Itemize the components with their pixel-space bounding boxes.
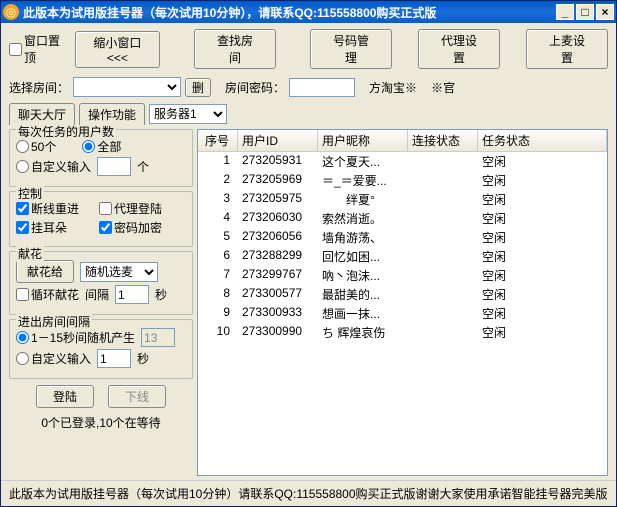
table-row[interactable]: 9273300933想画一抹...空闲	[198, 304, 607, 323]
table-row[interactable]: 10273300990ち 辉煌哀伤空闲	[198, 323, 607, 342]
flower-target-select[interactable]: 随机选麦	[80, 262, 158, 282]
table-row[interactable]: 1273205931这个夏天...空闲	[198, 152, 607, 171]
table-row[interactable]: 8273300577最甜美的...空闲	[198, 285, 607, 304]
flower-interval-input[interactable]	[115, 285, 149, 304]
minimize-button[interactable]: _	[556, 4, 574, 20]
group-flower: 献花 献花给 随机选麦 循环献花 间隔 秒	[9, 251, 193, 315]
radio-custom-users[interactable]: 自定义输入	[16, 158, 91, 175]
tab-bar: 聊天大厅 操作功能 服务器1	[1, 103, 616, 125]
col-uid[interactable]: 用户ID	[238, 130, 318, 151]
tab-operation[interactable]: 操作功能	[79, 103, 145, 125]
chk-pwd-encrypt[interactable]: 密码加密	[99, 219, 162, 236]
chk-proxy-login[interactable]: 代理登陆	[99, 200, 162, 217]
room-row: 选择房间： 删 房间密码： 方淘宝※ ※官	[1, 75, 616, 103]
titlebar: ◎ 此版本为试用版挂号器（每次试用10分钟），请联系QQ:115558800购买…	[1, 1, 616, 23]
room-select[interactable]	[73, 77, 181, 97]
main-window: ◎ 此版本为试用版挂号器（每次试用10分钟），请联系QQ:115558800购买…	[0, 0, 617, 507]
pin-checkbox[interactable]: 窗口置顶	[9, 32, 67, 66]
select-room-label: 选择房间：	[9, 79, 69, 96]
table-row[interactable]: 2273205969＝_＝爱要...空闲	[198, 171, 607, 190]
close-button[interactable]: ×	[596, 4, 614, 20]
group-room-interval: 进出房间间隔 1－15秒间随机产生 自定义输入 秒	[9, 319, 193, 379]
chk-hang-ear[interactable]: 挂耳朵	[16, 219, 67, 236]
col-task[interactable]: 任务状态	[478, 130, 607, 151]
table-row[interactable]: 3273205975 绊夏°空闲	[198, 190, 607, 209]
proxy-settings-button[interactable]: 代理设置	[418, 29, 500, 69]
rand-interval-display	[141, 328, 175, 347]
chk-loop-flower[interactable]: 循环献花	[16, 286, 79, 303]
note-label: ※官	[431, 79, 455, 96]
radio-all[interactable]: 全部	[82, 138, 121, 155]
left-panel: 每次任务的用户数 50个 全部 自定义输入 个 控制 断线重进 代理登陆	[9, 129, 193, 476]
mic-settings-button[interactable]: 上麦设置	[526, 29, 608, 69]
logout-button[interactable]: 下线	[108, 385, 166, 408]
toolbar: 窗口置顶 缩小窗口<<< 查找房间 号码管理 代理设置 上麦设置	[1, 23, 616, 75]
shrink-button[interactable]: 缩小窗口<<<	[75, 31, 160, 68]
login-button[interactable]: 登陆	[36, 385, 94, 408]
room-pwd-input[interactable]	[289, 78, 355, 97]
radio-50[interactable]: 50个	[16, 138, 56, 155]
window-title: 此版本为试用版挂号器（每次试用10分钟），请联系QQ:115558800购买正式…	[23, 4, 554, 21]
delete-room-button[interactable]: 删	[185, 78, 211, 97]
table-body[interactable]: 1273205931这个夏天...空闲2273205969＝_＝爱要...空闲3…	[198, 152, 607, 475]
col-conn[interactable]: 连接状态	[408, 130, 478, 151]
give-flower-button[interactable]: 献花给	[16, 260, 74, 283]
user-table: 序号 用户ID 用户昵称 连接状态 任务状态 1273205931这个夏天...…	[197, 129, 608, 476]
status-text: 0个已登录,10个在等待	[9, 414, 193, 431]
radio-rand-interval[interactable]: 1－15秒间随机产生	[16, 329, 135, 346]
table-header: 序号 用户ID 用户昵称 连接状态 任务状态	[198, 130, 607, 152]
maximize-button[interactable]: □	[576, 4, 594, 20]
group-users: 每次任务的用户数 50个 全部 自定义输入 个	[9, 129, 193, 187]
col-nick[interactable]: 用户昵称	[318, 130, 408, 151]
app-icon: ◎	[3, 4, 19, 20]
server-select[interactable]: 服务器1	[149, 104, 227, 124]
footer-text: 此版本为试用版挂号器（每次试用10分钟）请联系QQ:115558800购买正式版…	[1, 480, 616, 506]
custom-interval-input[interactable]	[97, 349, 131, 368]
chk-reconnect[interactable]: 断线重进	[16, 200, 79, 217]
tab-chat[interactable]: 聊天大厅	[9, 103, 75, 125]
group-control: 控制 断线重进 代理登陆 挂耳朵 密码加密	[9, 191, 193, 247]
number-manage-button[interactable]: 号码管理	[310, 29, 392, 69]
table-row[interactable]: 4273206030索然消逝。空闲	[198, 209, 607, 228]
radio-custom-interval[interactable]: 自定义输入	[16, 350, 91, 367]
custom-users-input[interactable]	[97, 157, 131, 176]
table-row[interactable]: 5273206056墙角游荡、空闲	[198, 228, 607, 247]
taobao-label: 方淘宝※	[369, 79, 417, 96]
room-pwd-label: 房间密码：	[225, 79, 285, 96]
find-room-button[interactable]: 查找房间	[194, 29, 276, 69]
table-row[interactable]: 6273288299回忆如困...空闲	[198, 247, 607, 266]
col-seq[interactable]: 序号	[198, 130, 238, 151]
table-row[interactable]: 7273299767吶丶泡沫...空闲	[198, 266, 607, 285]
